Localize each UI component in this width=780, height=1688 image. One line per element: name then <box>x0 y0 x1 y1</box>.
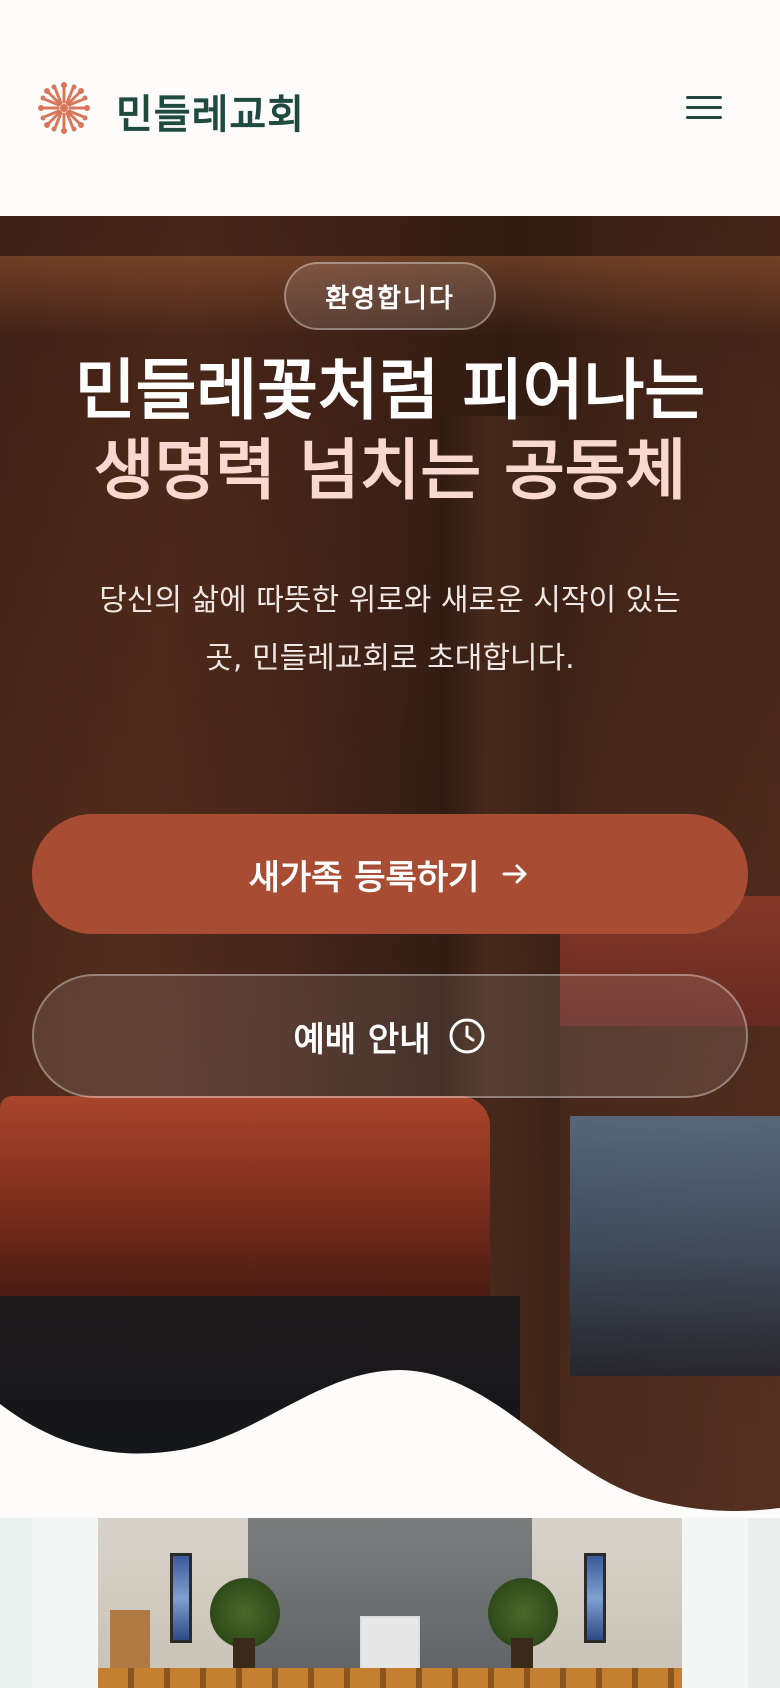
hero-headline: 민들레꽃처럼 피어나는 생명력 넘치는 공동체 <box>0 350 780 510</box>
headline-line-1: 민들레꽃처럼 피어나는 <box>74 351 706 429</box>
brand-name[interactable]: 민들레교회 <box>116 82 305 140</box>
register-button-label: 새가족 등록하기 <box>248 857 480 898</box>
hero-wave-divider <box>0 1370 780 1516</box>
arrow-right-icon <box>502 864 527 884</box>
chapel-chairs <box>98 1668 682 1688</box>
new-family-register-button[interactable]: 새가족 등록하기 <box>32 814 748 934</box>
stained-glass-window <box>584 1553 606 1643</box>
plant-pot <box>511 1638 533 1668</box>
hamburger-menu-icon[interactable] <box>682 90 726 126</box>
hero-subtitle: 당신의 삶에 따뜻한 위로와 새로운 시작이 있는 곳, 민들레교회로 초대합니… <box>30 572 750 688</box>
chapel-interior-photo[interactable] <box>98 1518 682 1688</box>
dandelion-logo-icon[interactable] <box>36 80 92 136</box>
headline-line-2: 생명력 넘치는 공동체 <box>93 431 687 509</box>
photo-carousel[interactable] <box>0 1518 780 1688</box>
subtitle-line-2: 곳, 민들레교회로 초대합니다. <box>205 641 575 676</box>
welcome-badge: 환영합니다 <box>284 262 496 330</box>
worship-info-button[interactable]: 예배 안내 <box>32 974 748 1098</box>
site-header: 민들레교회 <box>0 0 780 216</box>
stained-glass-window <box>170 1553 192 1643</box>
carousel-next-slide[interactable] <box>748 1518 780 1688</box>
hero-background-cushion <box>0 1096 490 1296</box>
hero-section: 환영합니다 민들레꽃처럼 피어나는 생명력 넘치는 공동체 당신의 삶에 따뜻한… <box>0 216 780 1516</box>
plant-pot <box>233 1638 255 1668</box>
carousel-prev-slide[interactable] <box>0 1518 32 1688</box>
clock-icon <box>449 1018 485 1054</box>
subtitle-line-1: 당신의 삶에 따뜻한 위로와 새로운 시작이 있는 <box>99 583 681 618</box>
worship-button-label: 예배 안내 <box>293 1019 431 1060</box>
hero-background-cushion <box>570 1116 780 1376</box>
